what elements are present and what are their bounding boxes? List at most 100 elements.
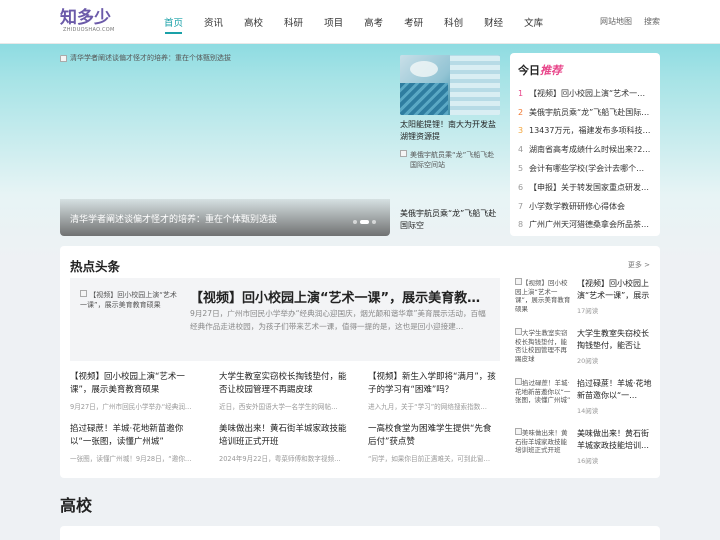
today-item[interactable]: 3 13437万元，福建发布多项科技… — [518, 122, 652, 141]
logo-subtext: ZHIDUOSHAO.COM — [63, 27, 115, 33]
article-title[interactable]: 掐过碌蔗！羊城·花地新苗邀你以“一张图，读懂广州城” — [70, 423, 200, 448]
today-recommend-panel: 今日推荐 1 【视频】回小校园上演“艺术一… 2 美俄宇航员乘“龙”飞船飞赴国际… 3 1… — [510, 53, 660, 236]
article-summary: 近日，西安外国语大学一名学生的网帖… — [219, 403, 338, 411]
thumb-shape — [400, 83, 448, 115]
side-list-image[interactable]: 大学生教室实窃校长掏钱垫付，能否让校园管理不再踢皮球 — [515, 328, 573, 372]
today-item-title[interactable]: 广州广州天河猎德桑拿会所品茶… — [529, 219, 649, 230]
logo-text: 知多少 — [60, 8, 111, 28]
broken-image-icon — [515, 278, 522, 285]
rank-number: 3 — [518, 126, 524, 136]
side-list-title[interactable]: 【视频】回小校园上演“艺术一课”，展示 — [577, 278, 655, 302]
today-item-title[interactable]: 【视频】回小校园上演“艺术一… — [529, 88, 645, 99]
side-list-text: 【视频】回小校园上演“艺术一课”，展示 17阅读 — [577, 278, 655, 328]
today-item-title[interactable]: 小学数学教研研修心得体会 — [529, 201, 625, 212]
today-item[interactable]: 4 湖南省高考成绩什么时候出来?2… — [518, 140, 652, 159]
rank-number: 2 — [518, 107, 524, 117]
side-news-item[interactable]: 美俄宇航员乘“龙”飞船飞赴国际空间站 美俄宇航员乘“龙”飞船飞赴国际空 — [400, 150, 500, 232]
side-list-title[interactable]: 掐过碌蔗！羊城·花地新苗邀你以“一… — [577, 378, 655, 402]
side-list-text: 美味做出来！黄石街羊城家政技能培训… 16阅读 — [577, 428, 655, 478]
slider-image-alt: 清华学者阐述谈偏才怪才的培养：重在个体甄别选拔 — [70, 54, 231, 62]
rank-number: 4 — [518, 145, 524, 155]
nav-projects[interactable]: 项目 — [324, 15, 343, 29]
nav-library[interactable]: 文库 — [524, 15, 543, 29]
slider-caption-bar: 清华学者阐述谈偏才怪才的培养：重在个体甄别选拔 — [60, 199, 390, 236]
featured-title[interactable]: 【视频】回小校园上演“艺术一课”，展示美育教育硕果 — [190, 287, 493, 306]
main-nav: 首页 资讯 高校 科研 项目 高考 考研 科创 财经 文库 — [164, 15, 564, 34]
side-list-item[interactable]: 大学生教室实窃校长掏钱垫付，能否让校园管理不再踢皮球 大学生教室失窃校长掏钱垫付… — [515, 328, 655, 378]
site-header: 知多少 ZHIDUOSHAO.COM 首页 资讯 高校 科研 项目 高考 考研 … — [0, 0, 720, 44]
hot-side-list: 【视频】回小校园上演“艺术一课”，展示美育教育硕果 【视频】回小校园上演“艺术一… — [515, 278, 655, 478]
featured-article[interactable]: 【视频】回小校园上演“艺术一课”，展示美育教育硕果 【视频】回小校园上演“艺术一… — [70, 278, 500, 361]
nav-research[interactable]: 科研 — [284, 15, 303, 29]
nav-universities[interactable]: 高校 — [244, 15, 263, 29]
today-item-title[interactable]: 【申报】关于转发国家重点研发… — [529, 182, 649, 193]
nav-news[interactable]: 资讯 — [204, 15, 223, 29]
rank-number: 6 — [518, 182, 524, 192]
article-card[interactable]: 美味做出来！黄石街羊城家政技能培训班正式开班 2024年9月22日，粤菜师傅和数… — [219, 423, 349, 463]
today-item[interactable]: 1 【视频】回小校园上演“艺术一… — [518, 84, 652, 103]
broken-image-icon — [400, 150, 407, 157]
side-list-image[interactable]: 掐过碌蔗！羊城·花地新苗邀你以“一张图，读懂广州城” — [515, 378, 573, 422]
article-title[interactable]: 美味做出来！黄石街羊城家政技能培训班正式开班 — [219, 423, 349, 448]
today-item-title[interactable]: 会计有哪些学校(学会计去哪个… — [529, 163, 644, 174]
article-card[interactable]: 【视频】回小校园上演“艺术一课”，展示美育教育硕果 9月27日，广州市回民小学举… — [70, 371, 200, 411]
today-item[interactable]: 5 会计有哪些学校(学会计去哪个… — [518, 159, 652, 178]
slider-dots — [353, 220, 376, 224]
article-card[interactable]: 大学生教室实窃校长掏钱垫付，能否让校园管理不再踢皮球 近日，西安外国语大学一名学… — [219, 371, 349, 411]
sitemap-link[interactable]: 网站地图 — [600, 16, 632, 27]
article-title[interactable]: 【视频】回小校园上演“艺术一课”，展示美育教育硕果 — [70, 371, 200, 396]
hero-slider[interactable]: 清华学者阐述谈偏才怪才的培养：重在个体甄别选拔 清华学者阐述谈偏才怪才的培养：重… — [60, 53, 390, 236]
search-link[interactable]: 搜索 — [644, 16, 660, 27]
article-card[interactable]: 一高校食堂为困难学生提供“先食后付”获点赞 “同学，如果你目前正遇难关，可到此窗… — [368, 423, 498, 463]
site-logo[interactable]: 知多少 ZHIDUOSHAO.COM — [60, 9, 122, 37]
side-news-image-alt: 美俄宇航员乘“龙”飞船飞赴国际空间站 — [410, 151, 495, 169]
today-item-title[interactable]: 13437万元，福建发布多项科技… — [529, 125, 650, 136]
nav-gaokao[interactable]: 高考 — [364, 15, 383, 29]
today-item[interactable]: 8 广州广州天河猎德桑拿会所品茶… — [518, 216, 652, 235]
universities-panel — [60, 526, 660, 540]
today-item-title[interactable]: 湖南省高考成绩什么时候出来?2… — [529, 144, 650, 155]
rank-number: 5 — [518, 164, 524, 174]
today-item[interactable]: 7 小学数学教研研修心得体会 — [518, 197, 652, 216]
side-list-item[interactable]: 【视频】回小校园上演“艺术一课”，展示美育教育硕果 【视频】回小校园上演“艺术一… — [515, 278, 655, 328]
side-list-item[interactable]: 掐过碌蔗！羊城·花地新苗邀你以“一张图，读懂广州城” 掐过碌蔗！羊城·花地新苗邀… — [515, 378, 655, 428]
side-list-text: 掐过碌蔗！羊城·花地新苗邀你以“一… 14阅读 — [577, 378, 655, 428]
slider-dot-active[interactable] — [360, 220, 369, 224]
slider-dot[interactable] — [372, 220, 376, 224]
side-list-title[interactable]: 大学生教室失窃校长掏钱垫付，能否让校… — [577, 328, 655, 352]
article-card[interactable]: 掐过碌蔗！羊城·花地新苗邀你以“一张图，读懂广州城” 一张图，读懂广州城！9月2… — [70, 423, 200, 463]
article-summary: 2024年9月22日，粤菜师傅和数字视频… — [219, 455, 341, 463]
slider-image: 清华学者阐述谈偏才怪才的培养：重在个体甄别选拔 — [60, 53, 231, 63]
side-list-item[interactable]: 美味做出来！黄石街羊城家政技能培训班正式开班 美味做出来！黄石街羊城家政技能培训… — [515, 428, 655, 478]
nav-kaoyan[interactable]: 考研 — [404, 15, 423, 29]
article-title[interactable]: 大学生教室实窃校长掏钱垫付，能否让校园管理不再踢皮球 — [219, 371, 349, 396]
more-link[interactable]: 更多 > — [628, 260, 650, 270]
side-news-title[interactable]: 太阳能提锂！南大为开发盐湖锂资源提 — [400, 119, 500, 143]
article-card[interactable]: 【视频】新生入学即将“满月”，孩子的学习有“困难”吗？ 进入九月，关于“学习”的… — [368, 371, 498, 411]
side-news-item[interactable]: 太阳能提锂！南大为开发盐湖锂资源提 — [400, 55, 500, 143]
broken-image-icon — [80, 290, 87, 297]
rank-number: 8 — [518, 220, 524, 230]
side-list-title[interactable]: 美味做出来！黄石街羊城家政技能培训… — [577, 428, 655, 452]
slider-caption[interactable]: 清华学者阐述谈偏才怪才的培养：重在个体甄别选拔 — [70, 215, 277, 225]
today-title-b: 推荐 — [540, 64, 562, 77]
side-list-image[interactable]: 美味做出来！黄石街羊城家政技能培训班正式开班 — [515, 428, 573, 472]
today-title: 今日推荐 — [518, 62, 652, 78]
article-title[interactable]: 【视频】新生入学即将“满月”，孩子的学习有“困难”吗？ — [368, 371, 498, 396]
article-title[interactable]: 一高校食堂为困难学生提供“先食后付”获点赞 — [368, 423, 498, 448]
nav-innovation[interactable]: 科创 — [444, 15, 463, 29]
article-summary: 9月27日，广州市回民小学举办“经典润… — [70, 403, 192, 411]
today-item[interactable]: 2 美俄宇航员乘“龙”飞船飞赴国际… — [518, 103, 652, 122]
side-news-thumbnail[interactable] — [400, 55, 500, 115]
today-item[interactable]: 6 【申报】关于转发国家重点研发… — [518, 178, 652, 197]
side-list-image[interactable]: 【视频】回小校园上演“艺术一课”，展示美育教育硕果 — [515, 278, 573, 322]
slider-dot[interactable] — [353, 220, 357, 224]
side-list-image-alt: 大学生教室实窃校长掏钱垫付，能否让校园管理不再踢皮球 — [515, 329, 568, 363]
nav-finance[interactable]: 财经 — [484, 15, 503, 29]
rank-number: 1 — [518, 88, 524, 98]
thumb-shape — [410, 61, 438, 77]
side-news-title[interactable]: 美俄宇航员乘“龙”飞船飞赴国际空 — [400, 208, 500, 232]
nav-home[interactable]: 首页 — [164, 15, 183, 34]
today-item-title[interactable]: 美俄宇航员乘“龙”飞船飞赴国际… — [529, 107, 649, 118]
featured-image[interactable]: 【视频】回小校园上演“艺术一课”，展示美育教育硕果 — [80, 290, 180, 310]
